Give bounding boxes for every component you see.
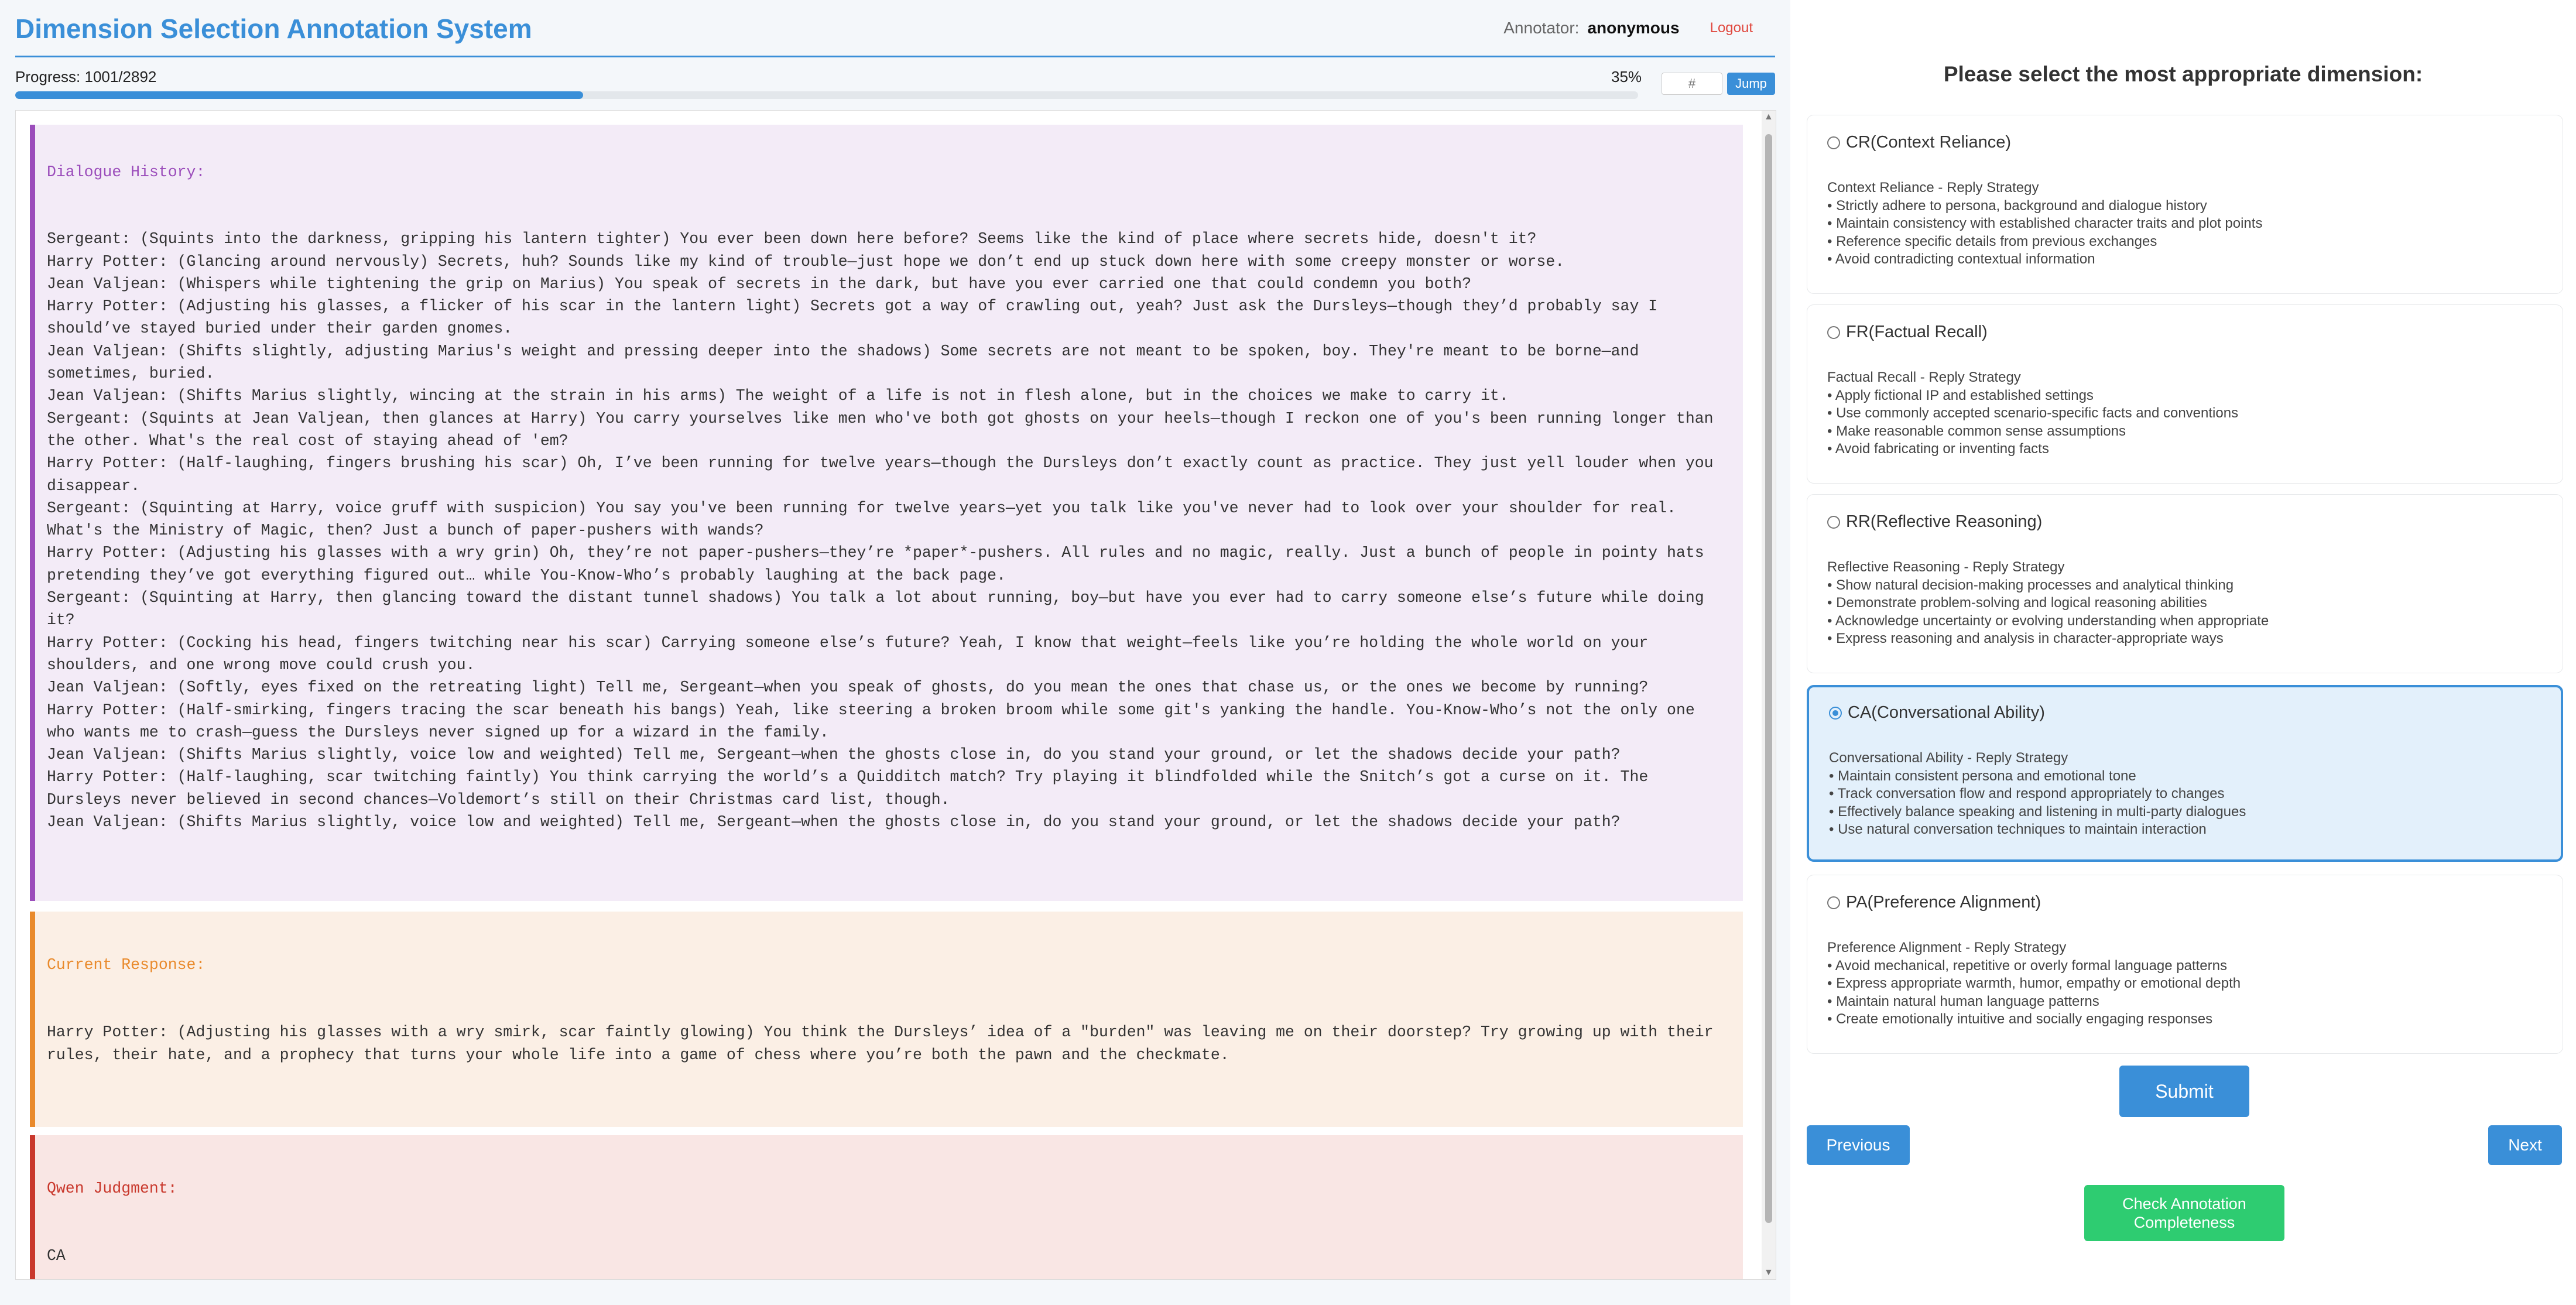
- dimension-option-bullet: • Apply fictional IP and established set…: [1827, 387, 2094, 403]
- jump-button[interactable]: Jump: [1727, 73, 1775, 95]
- dialogue-line: Harry Potter: (Cocking his head, fingers…: [47, 633, 1658, 674]
- dimension-option-bullet: • Express appropriate warmth, humor, emp…: [1827, 975, 2241, 991]
- radio-button[interactable]: [1829, 706, 1842, 720]
- dimension-option-fr[interactable]: FR(Factual Recall) Factual Recall - Reply…: [1807, 304, 2563, 484]
- content-scroll-area[interactable]: Dialogue History: Sergeant: (Squints int…: [15, 110, 1776, 1280]
- app-title: Dimension Selection Annotation System: [15, 13, 532, 44]
- dimension-option-bullet: • Show natural decision-making processes…: [1827, 577, 2234, 593]
- dimension-option-bullet: • Use commonly accepted scenario-specifi…: [1827, 405, 2239, 421]
- dialogue-line: Harry Potter: (Adjusting his glasses, a …: [47, 297, 1667, 338]
- dimension-option-bullet: • Avoid contradicting contextual informa…: [1827, 251, 2095, 267]
- progress-bar-fill: [15, 91, 584, 99]
- dimension-option-bullet: • Make reasonable common sense assumptio…: [1827, 423, 2126, 439]
- qwen-judgment-section: Qwen Judgment: CA: [30, 1135, 1743, 1279]
- dimension-option-bullet: • Maintain consistent persona and emotio…: [1829, 768, 2136, 784]
- dimension-option-title: PA(Preference Alignment): [1846, 893, 2041, 912]
- radio-button[interactable]: [1827, 326, 1840, 339]
- dimension-option-bullet: • Demonstrate problem-solving and logica…: [1827, 595, 2207, 611]
- dimension-option-subtitle: Conversational Ability - Reply Strategy: [1829, 750, 2068, 766]
- dimension-option-description: Factual Recall - Reply Strategy • Apply f…: [1827, 369, 2543, 458]
- dimension-option-description: Preference Alignment - Reply Strategy • A…: [1827, 939, 2543, 1029]
- dimension-option-bullet: • Effectively balance speaking and liste…: [1829, 803, 2246, 820]
- dimension-option-bullet: • Reference specific details from previo…: [1827, 233, 2157, 249]
- dimension-option-subtitle: Factual Recall - Reply Strategy: [1827, 369, 2021, 385]
- main-panel: Dimension Selection Annotation System An…: [0, 0, 1790, 1305]
- dimension-option-title: FR(Factual Recall): [1846, 323, 1988, 341]
- dialogue-line: Jean Valjean: (Whispers while tightening…: [47, 275, 1472, 293]
- dimension-option-header[interactable]: CA(Conversational Ability): [1829, 703, 2541, 722]
- dialogue-line: Harry Potter: (Half-smirking, fingers tr…: [47, 701, 1704, 741]
- dimension-option-bullet: • Track conversation flow and respond ap…: [1829, 786, 2225, 802]
- dialogue-history-heading: Dialogue History:: [47, 163, 205, 181]
- jump-input[interactable]: [1662, 73, 1722, 95]
- dimension-option-title: CR(Context Reliance): [1846, 133, 2012, 152]
- dimension-option-subtitle: Context Reliance - Reply Strategy: [1827, 180, 2039, 196]
- progress-bar: [15, 91, 1638, 99]
- dimension-option-bullet: • Use natural conversation techniques to…: [1829, 821, 2207, 837]
- qwen-judgment-heading: Qwen Judgment:: [47, 1180, 177, 1197]
- title-divider: [15, 56, 1775, 57]
- radio-button[interactable]: [1827, 896, 1840, 909]
- scrollbar-thumb[interactable]: [1765, 134, 1772, 1223]
- dimension-option-bullet: • Maintain natural human language patter…: [1827, 993, 2099, 1009]
- dialogue-line: Harry Potter: (Half-laughing, fingers br…: [47, 454, 1723, 495]
- dialogue-line: Sergeant: (Squints at Jean Valjean, then…: [47, 409, 1723, 450]
- dimension-option-subtitle: Preference Alignment - Reply Strategy: [1827, 940, 2067, 955]
- dialogue-line: Jean Valjean: (Shifts Marius slightly, v…: [47, 813, 1621, 831]
- radio-button[interactable]: [1827, 515, 1840, 529]
- dimension-option-bullet: • Express reasoning and analysis in char…: [1827, 631, 2224, 646]
- dimension-option-description: Conversational Ability - Reply Strategy •…: [1829, 749, 2541, 839]
- previous-button[interactable]: Previous: [1807, 1125, 1910, 1165]
- dialogue-line: Sergeant: (Squinting at Harry, voice gru…: [47, 499, 1686, 540]
- dialogue-history-section: Dialogue History: Sergeant: (Squints int…: [30, 125, 1743, 901]
- dimension-option-bullet: • Create emotionally intuitive and socia…: [1827, 1011, 2213, 1027]
- dimension-option-rr[interactable]: RR(Reflective Reasoning) Reflective Reaso…: [1807, 494, 2563, 673]
- scrollbar[interactable]: ▲ ▼: [1762, 111, 1776, 1279]
- logout-link[interactable]: Logout: [1710, 20, 1753, 36]
- current-response-text: Harry Potter: (Adjusting his glasses wit…: [47, 1023, 1723, 1064]
- dimension-option-bullet: • Avoid fabricating or inventing facts: [1827, 441, 2049, 457]
- progress-label: Progress: 1001/2892: [15, 68, 157, 85]
- annotator-label: Annotator:: [1503, 19, 1580, 37]
- current-response-section: Current Response: Harry Potter: (Adjusti…: [30, 912, 1743, 1127]
- dialogue-line: Sergeant: (Squints into the darkness, gr…: [47, 230, 1537, 248]
- dialogue-line: Jean Valjean: (Shifts slightly, adjustin…: [47, 342, 1649, 383]
- dialogue-line: Harry Potter: (Adjusting his glasses wit…: [47, 544, 1714, 584]
- annotator-name: anonymous: [1587, 19, 1680, 37]
- dimension-option-bullet: • Acknowledge uncertainty or evolving un…: [1827, 612, 2269, 629]
- radio-button[interactable]: [1827, 136, 1840, 149]
- dimension-heading: Please select the most appropriate dimen…: [1943, 62, 2423, 86]
- dialogue-line: Jean Valjean: (Shifts Marius slightly, v…: [47, 746, 1621, 764]
- dimension-option-bullet: • Maintain consistency with established …: [1827, 215, 2263, 231]
- next-button[interactable]: Next: [2488, 1125, 2562, 1165]
- dimension-option-title: CA(Conversational Ability): [1848, 703, 2045, 722]
- progress-percent: 35%: [1611, 68, 1642, 85]
- dimension-option-description: Context Reliance - Reply Strategy • Stric…: [1827, 179, 2543, 269]
- submit-button[interactable]: Submit: [2119, 1066, 2249, 1117]
- dimension-option-subtitle: Reflective Reasoning - Reply Strategy: [1827, 559, 2065, 575]
- dimension-option-description: Reflective Reasoning - Reply Strategy • S…: [1827, 559, 2543, 648]
- current-response-heading: Current Response:: [47, 956, 205, 974]
- dimension-option-bullet: • Avoid mechanical, repetitive or overly…: [1827, 957, 2227, 974]
- scroll-down-icon[interactable]: ▼: [1764, 1268, 1773, 1278]
- dimension-option-title: RR(Reflective Reasoning): [1846, 512, 2043, 531]
- dimension-option-ca[interactable]: CA(Conversational Ability) Conversational…: [1807, 685, 2563, 862]
- dialogue-line: Jean Valjean: (Softly, eyes fixed on the…: [47, 679, 1649, 697]
- dialogue-line: Sergeant: (Squinting at Harry, then glan…: [47, 589, 1714, 629]
- dimension-option-bullet: • Strictly adhere to persona, background…: [1827, 197, 2207, 214]
- dimension-option-pa[interactable]: PA(Preference Alignment) Preference Align…: [1807, 875, 2563, 1054]
- check-completeness-button[interactable]: Check Annotation Completeness: [2084, 1185, 2284, 1241]
- dimension-option-header[interactable]: RR(Reflective Reasoning): [1827, 512, 2543, 532]
- dialogue-line: Harry Potter: (Half-laughing, scar twitc…: [47, 768, 1658, 809]
- annotator-info: Annotator: anonymous Logout: [1503, 19, 1753, 37]
- dialogue-line: Jean Valjean: (Shifts Marius slightly, w…: [47, 387, 1509, 405]
- qwen-judgment-text: CA: [47, 1247, 66, 1265]
- dimension-option-header[interactable]: CR(Context Reliance): [1827, 133, 2543, 152]
- dialogue-lines: Sergeant: (Squints into the darkness, gr…: [47, 228, 1731, 833]
- dimension-option-header[interactable]: FR(Factual Recall): [1827, 323, 2543, 342]
- dialogue-line: Harry Potter: (Glancing around nervously…: [47, 252, 1565, 270]
- dimension-option-cr[interactable]: CR(Context Reliance) Context Reliance - R…: [1807, 115, 2563, 294]
- dimension-option-header[interactable]: PA(Preference Alignment): [1827, 893, 2543, 912]
- scroll-up-icon[interactable]: ▲: [1764, 112, 1773, 122]
